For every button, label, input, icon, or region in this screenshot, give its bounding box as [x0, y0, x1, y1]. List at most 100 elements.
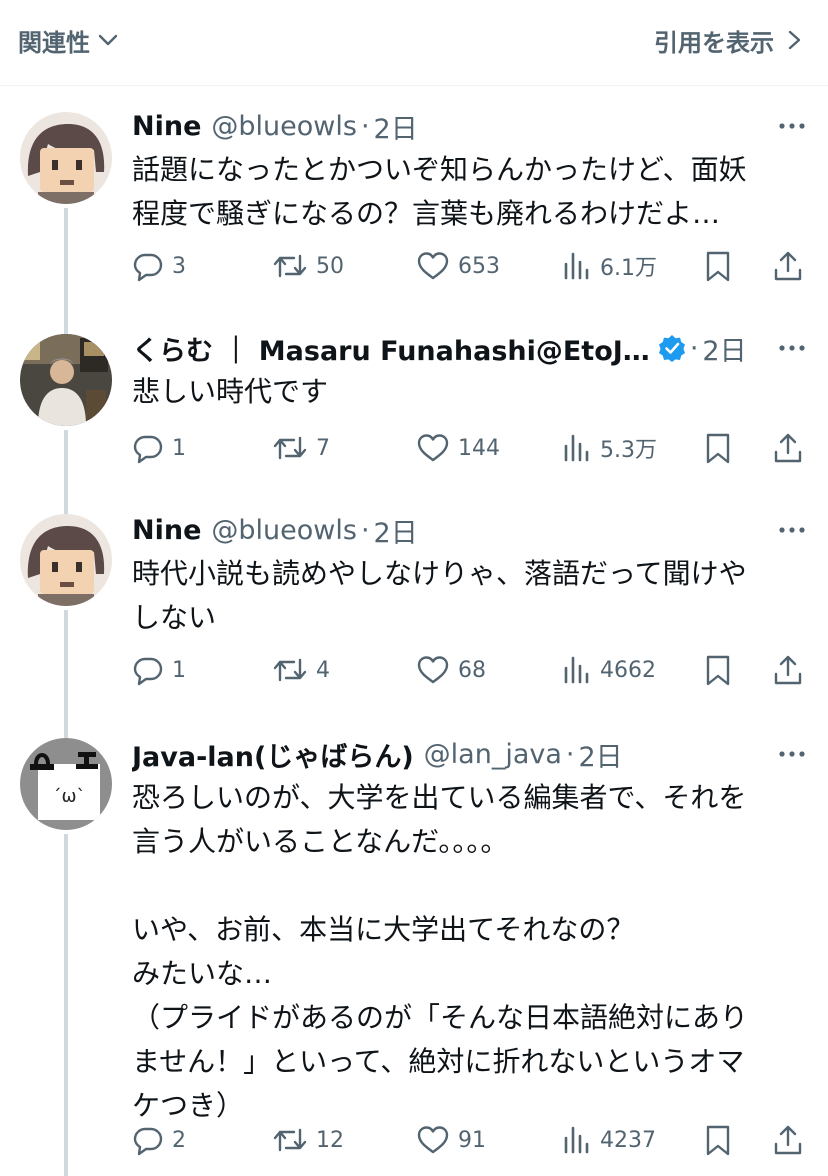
- like-button[interactable]: 653: [416, 246, 500, 286]
- post-text: 悲しい時代です: [132, 370, 802, 414]
- repost-button[interactable]: 50: [272, 246, 344, 286]
- reply-post[interactable]: くらむ ｜ Masaru Funahashi@EtoJ… · 2日 悲しい時代で…: [0, 314, 828, 502]
- repost-icon: [273, 436, 307, 460]
- repost-count: 7: [316, 435, 330, 461]
- post-text-line: [132, 864, 802, 908]
- repost-count: 12: [316, 1127, 344, 1153]
- like-button[interactable]: 144: [416, 428, 500, 468]
- post-time[interactable]: 2日: [579, 735, 623, 774]
- views-button[interactable]: 4662: [562, 650, 656, 690]
- thread-line: [64, 314, 68, 334]
- bookmark-icon: [706, 433, 730, 464]
- reply-button[interactable]: 3: [132, 246, 186, 286]
- bookmark-button[interactable]: [704, 428, 740, 468]
- avatar[interactable]: [20, 334, 112, 426]
- separator-dot: ·: [360, 514, 370, 546]
- reply-post[interactable]: Nine @blueowls · 2日 話題になったとかついぞ知らんかったけど、…: [0, 100, 828, 314]
- separator-dot: ·: [360, 110, 370, 142]
- reply-icon: [133, 657, 163, 686]
- reply-count: 3: [172, 253, 186, 279]
- reply-count: 1: [172, 657, 186, 683]
- views-button[interactable]: 4237: [562, 1120, 656, 1160]
- views-icon: [564, 1126, 589, 1154]
- thread-line: [64, 208, 68, 314]
- share-button[interactable]: [772, 428, 812, 468]
- bookmark-button[interactable]: [704, 650, 740, 690]
- view-quotes-link[interactable]: 引用を表示: [654, 20, 806, 60]
- sort-dropdown[interactable]: 関連性: [18, 20, 120, 60]
- views-count: 5.3万: [600, 438, 657, 463]
- more-icon: [779, 345, 805, 351]
- heart-icon: [417, 434, 449, 462]
- thread-line: [64, 834, 68, 1176]
- views-count: 6.1万: [600, 256, 657, 281]
- bookmark-button[interactable]: [704, 1120, 740, 1160]
- avatar[interactable]: ´ω`: [20, 738, 112, 830]
- more-options-button[interactable]: [776, 332, 808, 364]
- post-text-line: 悲しい時代です: [132, 375, 329, 408]
- display-name[interactable]: くらむ ｜ Masaru Funahashi@EtoJ…: [132, 329, 650, 368]
- repost-icon: [273, 1128, 307, 1152]
- views-icon: [564, 252, 589, 280]
- display-name[interactable]: Nine: [132, 111, 201, 142]
- display-name[interactable]: Nine: [132, 515, 201, 546]
- share-icon: [774, 251, 802, 281]
- user-handle[interactable]: @lan_java: [424, 739, 562, 770]
- more-options-button[interactable]: [776, 514, 808, 546]
- reply-icon: [133, 253, 163, 282]
- post-time[interactable]: 2日: [374, 511, 418, 550]
- views-icon: [564, 656, 589, 684]
- more-options-button[interactable]: [776, 738, 808, 770]
- repost-button[interactable]: 7: [272, 428, 330, 468]
- more-icon: [779, 123, 805, 129]
- view-quotes-label: 引用を表示: [654, 28, 774, 57]
- user-handle[interactable]: @blueowls: [211, 111, 357, 142]
- separator-dot: ·: [565, 738, 575, 770]
- post-header: くらむ ｜ Masaru Funahashi@EtoJ… · 2日: [132, 328, 758, 368]
- share-button[interactable]: [772, 1120, 812, 1160]
- post-time[interactable]: 2日: [374, 107, 418, 146]
- more-options-button[interactable]: [776, 110, 808, 142]
- reply-sort-bar: 関連性 引用を表示: [0, 0, 828, 86]
- share-icon: [774, 1125, 802, 1155]
- reply-icon: [133, 435, 163, 464]
- views-count: 4662: [600, 657, 656, 683]
- post-text: 時代小説も読めやしなけりゃ、落語だって聞けや しない: [132, 552, 802, 640]
- like-button[interactable]: 68: [416, 650, 486, 690]
- avatar[interactable]: [20, 112, 112, 204]
- views-button[interactable]: 6.1万: [562, 246, 657, 286]
- views-count: 4237: [600, 1127, 656, 1153]
- display-name[interactable]: Java-lan(じゃばらん): [132, 735, 414, 774]
- post-text-line: 恐ろしいのが、大学を出ている編集者で、それを: [132, 781, 747, 814]
- thread-line: [64, 728, 68, 738]
- chevron-right-icon: [788, 30, 801, 50]
- heart-icon: [417, 656, 449, 684]
- reply-count: 1: [172, 435, 186, 461]
- post-time[interactable]: 2日: [702, 329, 746, 368]
- verified-badge-icon: [658, 334, 686, 362]
- thread-line: [64, 430, 68, 502]
- reply-button[interactable]: 2: [132, 1120, 186, 1160]
- reply-post[interactable]: Nine @blueowls · 2日 時代小説も読めやしなけりゃ、落語だって聞…: [0, 502, 828, 728]
- repost-button[interactable]: 12: [272, 1120, 344, 1160]
- svg-text:´ω`: ´ω`: [52, 786, 85, 807]
- repost-button[interactable]: 4: [272, 650, 330, 690]
- share-button[interactable]: [772, 246, 812, 286]
- share-icon: [774, 655, 802, 685]
- repost-icon: [273, 658, 307, 682]
- post-text-line: 話題になったとかついぞ知らんかったけど、面妖: [132, 153, 747, 186]
- bookmark-button[interactable]: [704, 246, 740, 286]
- views-button[interactable]: 5.3万: [562, 428, 657, 468]
- more-icon: [779, 751, 805, 757]
- like-count: 91: [458, 1127, 486, 1153]
- reply-post[interactable]: ´ω` Java-lan(じゃばらん) @lan_java · 2日 恐ろしいの…: [0, 728, 828, 1176]
- user-handle[interactable]: @blueowls: [211, 515, 357, 546]
- post-text: 恐ろしいのが、大学を出ている編集者で、それを 言う人がいることなんだ。。。。 い…: [132, 776, 802, 1128]
- like-button[interactable]: 91: [416, 1120, 486, 1160]
- reply-button[interactable]: 1: [132, 428, 186, 468]
- bookmark-icon: [706, 655, 730, 686]
- post-text-line: 言う人がいることなんだ。。。。: [132, 825, 509, 858]
- avatar[interactable]: [20, 514, 112, 606]
- reply-button[interactable]: 1: [132, 650, 186, 690]
- share-button[interactable]: [772, 650, 812, 690]
